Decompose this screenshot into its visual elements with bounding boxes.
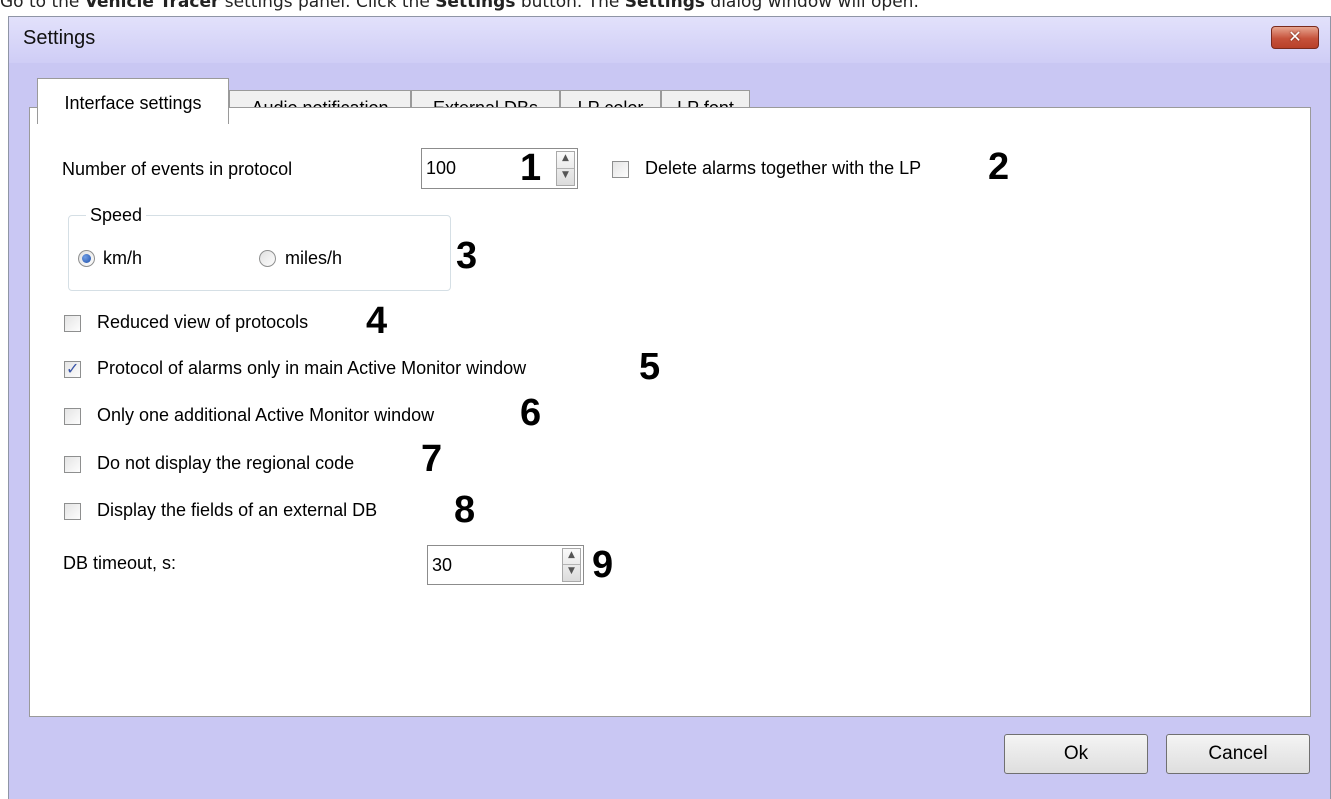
radio-selected-dot <box>82 254 91 263</box>
spin-buttons[interactable]: ▲ ▼ <box>562 548 581 582</box>
alarms-main-window-label: Protocol of alarms only in main Active M… <box>97 358 527 378</box>
spin-buttons[interactable]: ▲ ▼ <box>556 151 575 186</box>
regional-code-checkbox[interactable] <box>64 456 81 473</box>
spin-down-icon[interactable]: ▼ <box>563 565 580 581</box>
spin-down-icon[interactable]: ▼ <box>557 169 574 186</box>
alarms-main-window-checkbox[interactable]: ✓ <box>64 359 81 378</box>
reduced-view-label: Reduced view of protocols <box>97 312 309 332</box>
events-count-stepper[interactable]: 100 ▲ ▼ <box>421 148 578 189</box>
db-timeout-label: DB timeout, s: <box>63 553 177 573</box>
callout-number: 1 <box>518 147 544 189</box>
speed-radio-milesh[interactable] <box>259 250 276 267</box>
external-db-fields-checkbox[interactable] <box>64 503 81 520</box>
reduced-view-checkbox[interactable] <box>64 315 81 332</box>
speed-option-milesh-label: miles/h <box>285 248 343 268</box>
one-additional-window-checkbox[interactable] <box>64 408 81 425</box>
ok-button[interactable]: Ok <box>1004 734 1148 774</box>
callout-number: 4 <box>366 300 388 342</box>
callout-number: 2 <box>988 146 1010 188</box>
regional-code-label: Do not display the regional code <box>97 453 355 473</box>
db-timeout-stepper[interactable]: 30 ▲ ▼ <box>427 545 584 585</box>
delete-alarms-label: Delete alarms together with the LP <box>645 158 922 178</box>
db-timeout-value: 30 <box>432 555 453 575</box>
speed-groupbox-title: Speed <box>86 205 147 226</box>
callout-number: 9 <box>592 544 614 586</box>
panel-content: Number of events in protocol 100 ▲ ▼ 1 D… <box>0 0 1331 799</box>
callout-number: 7 <box>421 438 443 480</box>
delete-alarms-checkbox[interactable] <box>612 161 629 178</box>
one-additional-window-label: Only one additional Active Monitor windo… <box>97 405 435 425</box>
callout-number: 6 <box>520 392 542 434</box>
cancel-button[interactable]: Cancel <box>1166 734 1310 774</box>
speed-option-kmh-label: km/h <box>103 248 143 268</box>
events-count-label: Number of events in protocol <box>62 159 293 179</box>
spin-up-icon[interactable]: ▲ <box>563 549 580 565</box>
check-icon: ✓ <box>66 359 80 378</box>
speed-radio-kmh[interactable] <box>78 250 95 267</box>
callout-number: 5 <box>639 346 661 388</box>
external-db-fields-label: Display the fields of an external DB <box>97 500 378 520</box>
callout-number: 3 <box>456 235 478 277</box>
spin-up-icon[interactable]: ▲ <box>557 152 574 169</box>
events-count-value: 100 <box>426 158 457 178</box>
callout-number: 8 <box>454 489 476 531</box>
